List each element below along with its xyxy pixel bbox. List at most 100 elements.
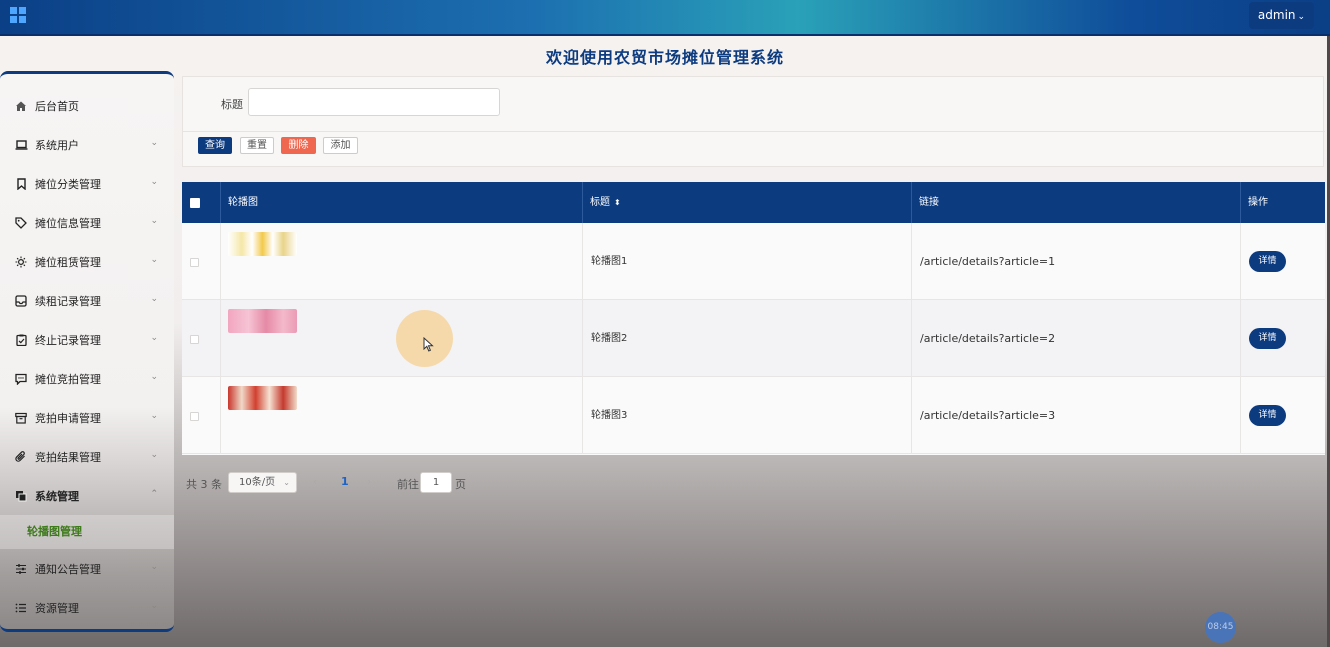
copy-icon xyxy=(14,489,28,503)
sort-icon[interactable]: ⬍ xyxy=(614,198,621,207)
chevron-down-icon: ⌄ xyxy=(150,601,158,611)
page-title: 欢迎使用农贸市场摊位管理系统 xyxy=(545,48,784,67)
chevron-down-icon: ⌄ xyxy=(283,478,290,487)
actions-cell: 详情 xyxy=(1241,223,1325,300)
sidebar-item-stall-auction[interactable]: 摊位竞拍管理 ⌄ xyxy=(0,359,174,398)
delete-button[interactable]: 删除 xyxy=(281,137,316,154)
row-checkbox[interactable] xyxy=(190,335,199,344)
actions-cell: 详情 xyxy=(1241,377,1325,454)
link-cell: /article/details?article=3 xyxy=(912,377,1241,454)
tag-icon xyxy=(14,216,28,230)
sidebar-item-label: 后台首页 xyxy=(35,99,79,113)
sidebar-item-label: 竞拍结果管理 xyxy=(35,450,101,464)
chevron-down-icon: ⌄ xyxy=(150,411,158,421)
sidebar-item-notice[interactable]: 通知公告管理 ⌄ xyxy=(0,549,174,588)
sidebar-item-resources[interactable]: 资源管理 ⌄ xyxy=(0,588,174,627)
carousel-thumbnail xyxy=(228,309,297,333)
row-checkbox[interactable] xyxy=(190,412,199,421)
sidebar-item-stall-category[interactable]: 摊位分类管理 ⌄ xyxy=(0,164,174,203)
goto-page-input[interactable]: 1 xyxy=(420,472,452,493)
page-size-select[interactable]: 10条/页 ⌄ xyxy=(228,472,297,493)
select-all-checkbox[interactable] xyxy=(190,198,200,208)
title-cell: 轮播图3 xyxy=(583,377,912,454)
sidebar-item-label: 系统用户 xyxy=(35,138,79,152)
sidebar-item-label: 摊位信息管理 xyxy=(35,216,101,230)
table-row: 轮播图3 /article/details?article=3 详情 xyxy=(182,377,1325,454)
chevron-down-icon: ⌄ xyxy=(150,216,158,226)
user-menu-button[interactable]: admin ⌄ xyxy=(1249,2,1314,29)
mouse-pointer-icon xyxy=(423,337,434,352)
goto-label: 前往 xyxy=(397,478,419,491)
clipboard-check-icon xyxy=(14,333,28,347)
list-icon xyxy=(14,601,28,615)
chevron-down-icon: ⌄ xyxy=(150,138,158,148)
column-header-image: 轮播图 xyxy=(221,182,583,223)
sidebar-item-label: 通知公告管理 xyxy=(35,562,101,576)
table-row: 轮播图2 /article/details?article=2 详情 xyxy=(182,300,1325,377)
sidebar-item-label: 摊位分类管理 xyxy=(35,177,101,191)
sliders-icon xyxy=(14,562,28,576)
column-header-actions: 操作 xyxy=(1248,197,1268,208)
title-filter-input[interactable] xyxy=(248,88,500,116)
table-row: 轮播图1 /article/details?article=1 详情 xyxy=(182,223,1325,300)
sidebar-item-label: 系统管理 xyxy=(35,489,79,503)
sidebar-item-auction-results[interactable]: 竞拍结果管理 ⌄ xyxy=(0,437,174,476)
next-page-icon[interactable]: › xyxy=(367,475,371,488)
column-header-title-label: 标题 xyxy=(590,197,610,208)
table-header: 轮播图 标题 ⬍ 链接 操作 xyxy=(182,182,1325,223)
row-select-cell xyxy=(182,223,221,300)
sidebar-item-system-users[interactable]: 系统用户 ⌄ xyxy=(0,125,174,164)
sidebar-item-label: 竞拍申请管理 xyxy=(35,411,101,425)
details-button[interactable]: 详情 xyxy=(1249,405,1286,426)
details-button[interactable]: 详情 xyxy=(1249,328,1286,349)
carousel-thumbnail xyxy=(228,232,297,256)
actions-cell: 详情 xyxy=(1241,300,1325,377)
select-all-cell xyxy=(182,182,221,223)
paperclip-icon xyxy=(14,450,28,464)
home-icon xyxy=(14,99,28,113)
chevron-down-icon: ⌄ xyxy=(150,294,158,304)
sidebar-subitem-carousel[interactable]: 轮播图管理 xyxy=(0,515,174,549)
sidebar-item-label: 终止记录管理 xyxy=(35,333,101,347)
row-checkbox[interactable] xyxy=(190,258,199,267)
chevron-down-icon: ⌄ xyxy=(150,450,158,460)
sidebar-item-system-management[interactable]: 系统管理 ⌃ xyxy=(0,476,174,515)
sidebar-item-renewal-records[interactable]: 续租记录管理 ⌄ xyxy=(0,281,174,320)
menu-grid-icon[interactable] xyxy=(10,7,26,23)
inbox-icon xyxy=(14,294,28,308)
row-select-cell xyxy=(182,377,221,454)
column-header-title[interactable]: 标题 ⬍ xyxy=(583,182,912,223)
column-header-link: 链接 xyxy=(912,182,1241,223)
page-size-value: 10条/页 xyxy=(239,477,276,488)
sun-icon xyxy=(14,255,28,269)
title-filter-label: 标题 xyxy=(221,98,243,111)
clock-badge: 08:45 xyxy=(1205,612,1236,643)
message-icon xyxy=(14,372,28,386)
page-suffix-label: 页 xyxy=(455,478,466,491)
sidebar-item-auction-application[interactable]: 竞拍申请管理 ⌄ xyxy=(0,398,174,437)
top-bar: admin ⌄ xyxy=(0,0,1330,36)
image-cell xyxy=(221,223,583,300)
title-cell: 轮播图1 xyxy=(583,223,912,300)
chevron-down-icon: ⌄ xyxy=(150,562,158,572)
sidebar-item-stall-lease[interactable]: 摊位租赁管理 ⌄ xyxy=(0,242,174,281)
bookmark-icon xyxy=(14,177,28,191)
chevron-down-icon: ⌄ xyxy=(1297,12,1306,22)
laptop-icon xyxy=(14,138,28,152)
details-button[interactable]: 详情 xyxy=(1249,251,1286,272)
sidebar-item-home[interactable]: 后台首页 xyxy=(0,86,174,125)
current-page-number[interactable]: 1 xyxy=(341,475,349,488)
reset-button[interactable]: 重置 xyxy=(240,137,274,154)
query-button[interactable]: 查询 xyxy=(198,137,232,154)
chevron-down-icon: ⌄ xyxy=(150,372,158,382)
data-table: 轮播图 标题 ⬍ 链接 操作 轮播图1 /article/details?arti… xyxy=(182,182,1325,455)
chevron-up-icon: ⌃ xyxy=(150,489,158,499)
sidebar-item-label: 续租记录管理 xyxy=(35,294,101,308)
sidebar: 后台首页 系统用户 ⌄ 摊位分类管理 ⌄ 摊位信息管理 ⌄ 摊位租赁管理 ⌄ 续… xyxy=(0,71,174,632)
sidebar-item-stall-info[interactable]: 摊位信息管理 ⌄ xyxy=(0,203,174,242)
total-count: 共 3 条 xyxy=(186,478,222,491)
prev-page-icon[interactable]: ‹ xyxy=(313,475,317,488)
sidebar-item-termination-records[interactable]: 终止记录管理 ⌄ xyxy=(0,320,174,359)
chevron-down-icon: ⌄ xyxy=(150,333,158,343)
add-button[interactable]: 添加 xyxy=(323,137,358,154)
